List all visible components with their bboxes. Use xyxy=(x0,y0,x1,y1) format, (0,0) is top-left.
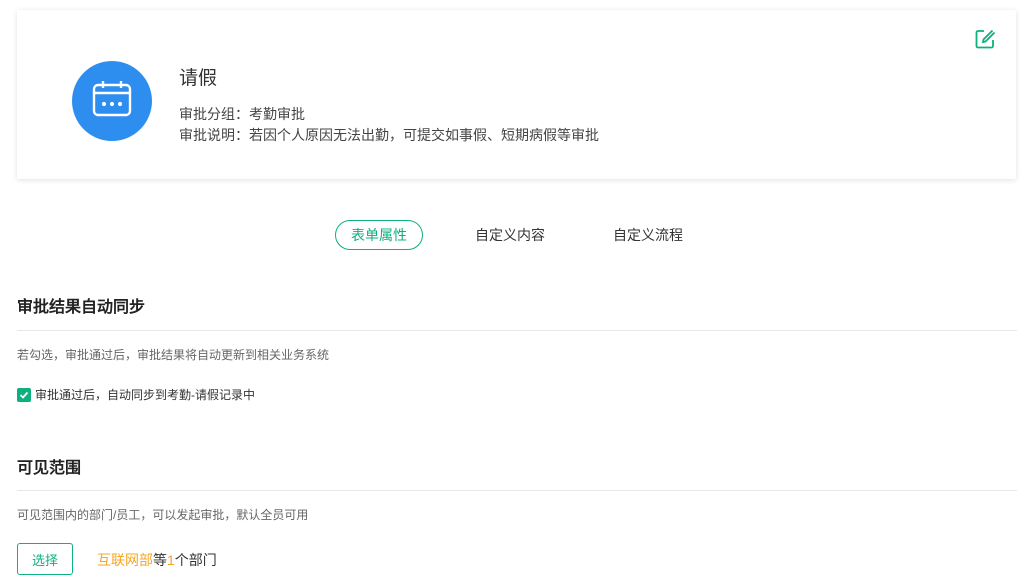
sync-checkbox-label: 审批通过后，自动同步到考勤-请假记录中 xyxy=(35,388,255,402)
department-name: 互联网部 xyxy=(97,552,153,568)
divider xyxy=(17,330,1017,331)
approval-title: 请假 xyxy=(179,68,218,89)
calendar-icon xyxy=(91,79,133,124)
edit-icon xyxy=(974,29,996,54)
visibility-section-title: 可见范围 xyxy=(17,460,82,477)
sync-checkbox[interactable] xyxy=(17,387,31,402)
approval-avatar xyxy=(72,61,152,141)
approval-description: 审批说明：若因个人原因无法出勤，可提交如事假、短期病假等审批 xyxy=(179,127,599,143)
approval-info-card: 请假 审批分组：考勤审批 审批说明：若因个人原因无法出勤，可提交如事假、短期病假… xyxy=(17,10,1016,179)
tab-custom-flow[interactable]: 自定义流程 xyxy=(613,225,683,245)
settings-tabs: 表单属性 自定义内容 自定义流程 xyxy=(335,220,683,250)
department-count: 1 xyxy=(167,552,175,568)
sync-section-title: 审批结果自动同步 xyxy=(17,299,146,316)
edit-button[interactable] xyxy=(974,28,996,50)
visibility-scope-summary: 互联网部等1个部门 xyxy=(97,550,217,570)
page: 请假 审批分组：考勤审批 审批说明：若因个人原因无法出勤，可提交如事假、短期病假… xyxy=(0,0,1032,588)
divider xyxy=(17,490,1017,491)
tab-custom-content[interactable]: 自定义内容 xyxy=(475,225,545,245)
select-button[interactable]: 选择 xyxy=(17,543,73,575)
sync-checkbox-row[interactable]: 审批通过后，自动同步到考勤-请假记录中 xyxy=(17,386,255,403)
sync-section-desc: 若勾选，审批通过后，审批结果将自动更新到相关业务系统 xyxy=(17,348,330,362)
scope-suffix: 个部门 xyxy=(174,552,217,568)
scope-mid-text: 等 xyxy=(153,552,167,568)
tab-form-properties[interactable]: 表单属性 xyxy=(335,220,423,250)
approval-group: 审批分组：考勤审批 xyxy=(179,106,305,122)
visibility-section-desc: 可见范围内的部门/员工，可以发起审批，默认全员可用 xyxy=(17,508,309,522)
